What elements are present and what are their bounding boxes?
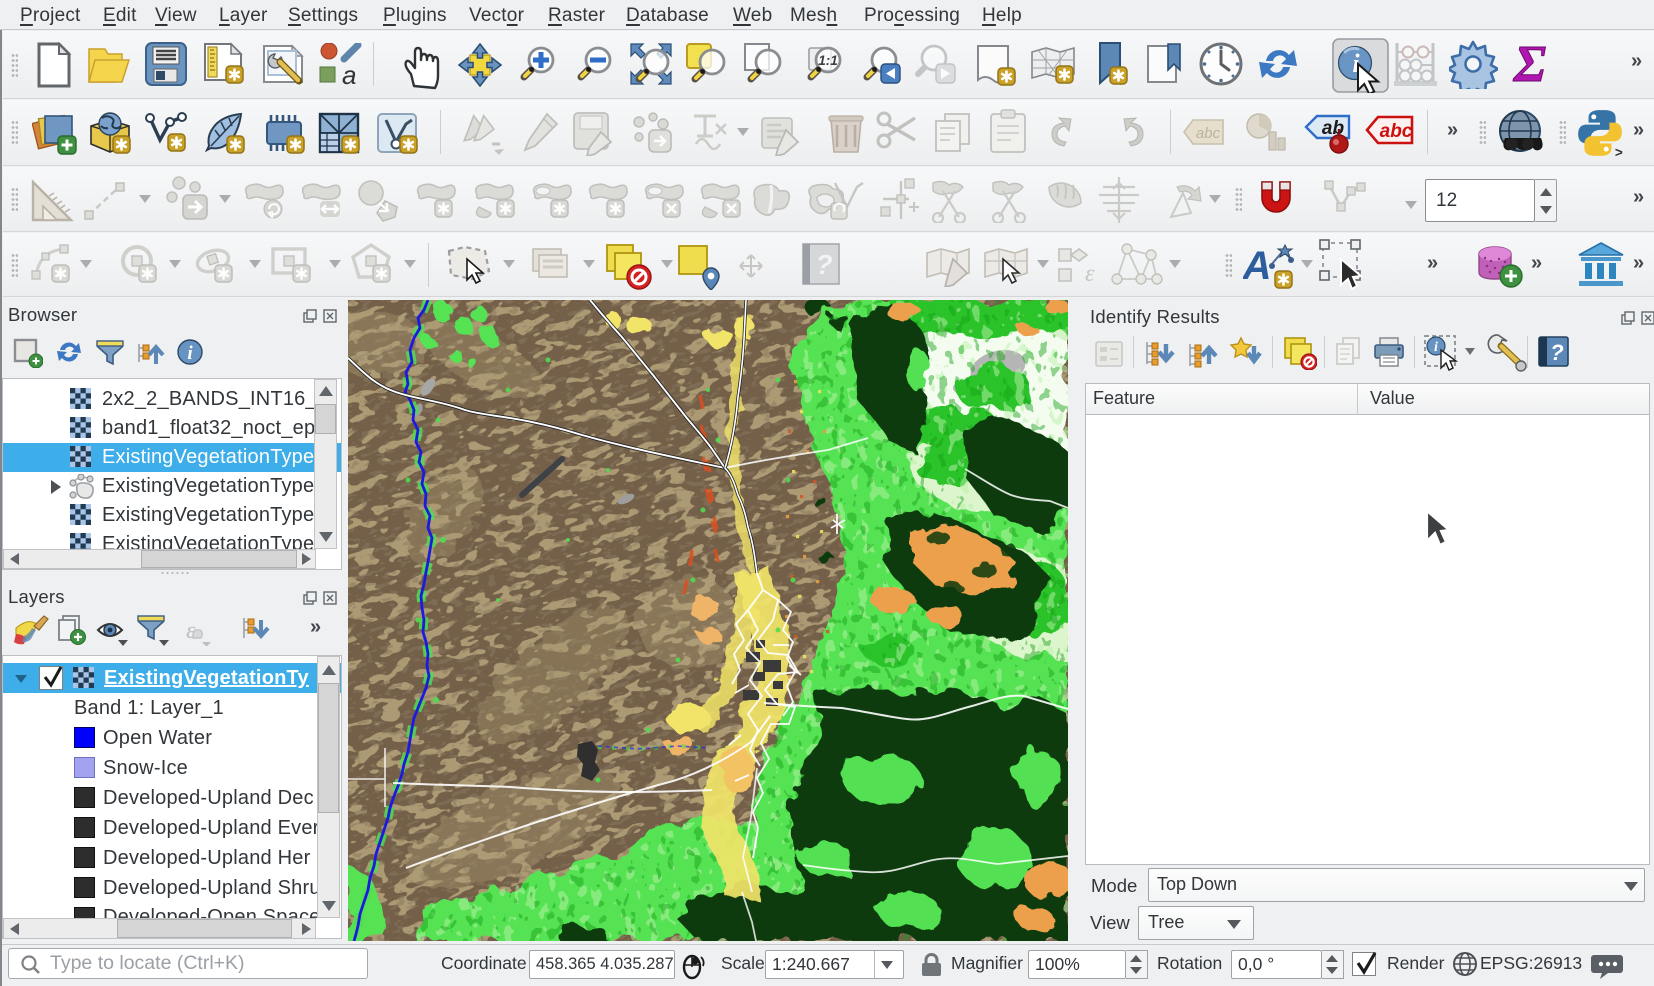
svg-text:i: i	[187, 343, 193, 364]
svg-text:A: A	[1243, 244, 1271, 288]
svg-text:>: >	[1615, 145, 1623, 158]
svg-text:i: i	[1434, 340, 1438, 355]
svg-text:abc: abc	[1380, 121, 1413, 142]
svg-text:a: a	[342, 60, 356, 87]
svg-text:1:1: 1:1	[818, 53, 838, 68]
svg-text:ε: ε	[1085, 261, 1095, 285]
svg-text:abc: abc	[1196, 125, 1221, 142]
svg-text:?: ?	[1550, 340, 1563, 365]
svg-text:Σ: Σ	[1513, 39, 1546, 89]
svg-text:?: ?	[815, 249, 832, 280]
